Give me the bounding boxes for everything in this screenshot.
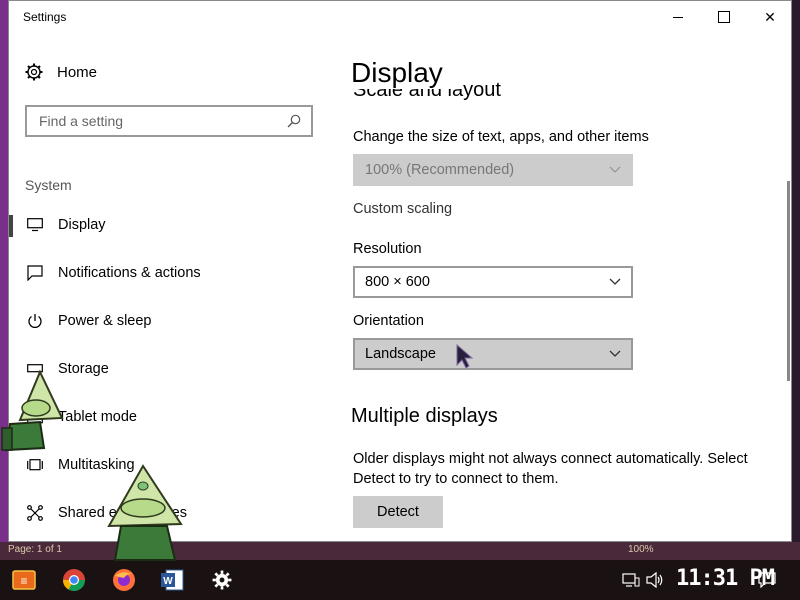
multiple-displays-description: Older displays might not always connect … — [353, 451, 748, 487]
orientation-value: Landscape — [365, 346, 436, 362]
maximize-button[interactable] — [701, 1, 747, 33]
home-link[interactable]: Home — [25, 63, 97, 81]
sidebar-item-notifications[interactable]: Notifications & actions — [9, 253, 339, 293]
sidebar-item-display[interactable]: Display — [9, 205, 339, 245]
page-title: Display — [351, 57, 463, 89]
detect-button[interactable]: Detect — [353, 496, 443, 528]
taskbar: ≡ W 11:31 PM — [0, 560, 800, 600]
settings-icon[interactable] — [208, 566, 236, 594]
resolution-dropdown[interactable]: 800 × 600 — [353, 266, 633, 298]
chevron-down-icon — [609, 166, 621, 173]
power-icon — [26, 313, 44, 329]
window-title: Settings — [23, 10, 67, 24]
main-content: Display Scale and layout Change the size… — [351, 33, 781, 541]
multiple-displays-heading: Multiple displays — [351, 405, 498, 427]
nav-section-heading: System — [25, 177, 72, 193]
network-icon[interactable] — [622, 560, 640, 600]
firefox-icon[interactable] — [110, 566, 138, 594]
action-center-icon[interactable] — [758, 560, 776, 600]
app-launcher-icon[interactable]: ≡ — [10, 566, 38, 594]
background-zoom-status: 100% — [628, 544, 654, 555]
sidebar-item-label: Notifications & actions — [58, 265, 201, 281]
scale-label: Change the size of text, apps, and other… — [353, 129, 649, 145]
desktop-background — [0, 0, 8, 560]
character-sticker-icon — [1, 369, 64, 452]
chevron-down-icon — [609, 350, 621, 357]
resolution-label: Resolution — [353, 241, 422, 257]
search-input[interactable] — [37, 112, 271, 130]
sidebar-item-power[interactable]: Power & sleep — [9, 301, 339, 341]
svg-text:≡: ≡ — [20, 574, 27, 588]
home-label: Home — [57, 63, 98, 81]
volume-icon[interactable] — [646, 560, 664, 600]
close-icon: ✕ — [764, 8, 776, 25]
chevron-down-icon — [609, 278, 621, 285]
search-box[interactable] — [25, 105, 313, 137]
scale-value: 100% (Recommended) — [365, 162, 515, 178]
sidebar-item-label: Display — [58, 217, 106, 233]
character-sticker-icon — [107, 464, 183, 561]
svg-text:W: W — [163, 576, 173, 587]
shared-icon — [26, 505, 44, 521]
orientation-label: Orientation — [353, 313, 424, 329]
multitasking-icon — [26, 459, 44, 471]
monitor-icon — [26, 218, 44, 232]
minimize-icon — [673, 16, 683, 18]
sidebar-item-label: Power & sleep — [58, 313, 152, 329]
title-bar[interactable]: Settings ✕ — [9, 1, 791, 33]
gear-icon — [25, 63, 43, 81]
background-page-status: Page: 1 of 1 — [8, 544, 62, 555]
settings-window: Settings ✕ Home Find a setting System Di… — [8, 0, 792, 542]
minimize-button[interactable] — [655, 1, 701, 33]
word-icon[interactable]: W — [158, 566, 186, 594]
orientation-dropdown[interactable]: Landscape — [353, 338, 633, 370]
chrome-icon[interactable] — [60, 566, 88, 594]
scrollbar[interactable] — [787, 181, 790, 381]
search-icon — [287, 114, 301, 128]
scale-dropdown[interactable]: 100% (Recommended) — [353, 154, 633, 186]
mouse-cursor-icon — [456, 343, 474, 369]
notification-icon — [26, 265, 44, 281]
custom-scaling-link[interactable]: Custom scaling — [353, 201, 452, 217]
resolution-value: 800 × 600 — [365, 274, 430, 290]
maximize-icon — [718, 11, 730, 23]
close-button[interactable]: ✕ — [747, 1, 791, 33]
